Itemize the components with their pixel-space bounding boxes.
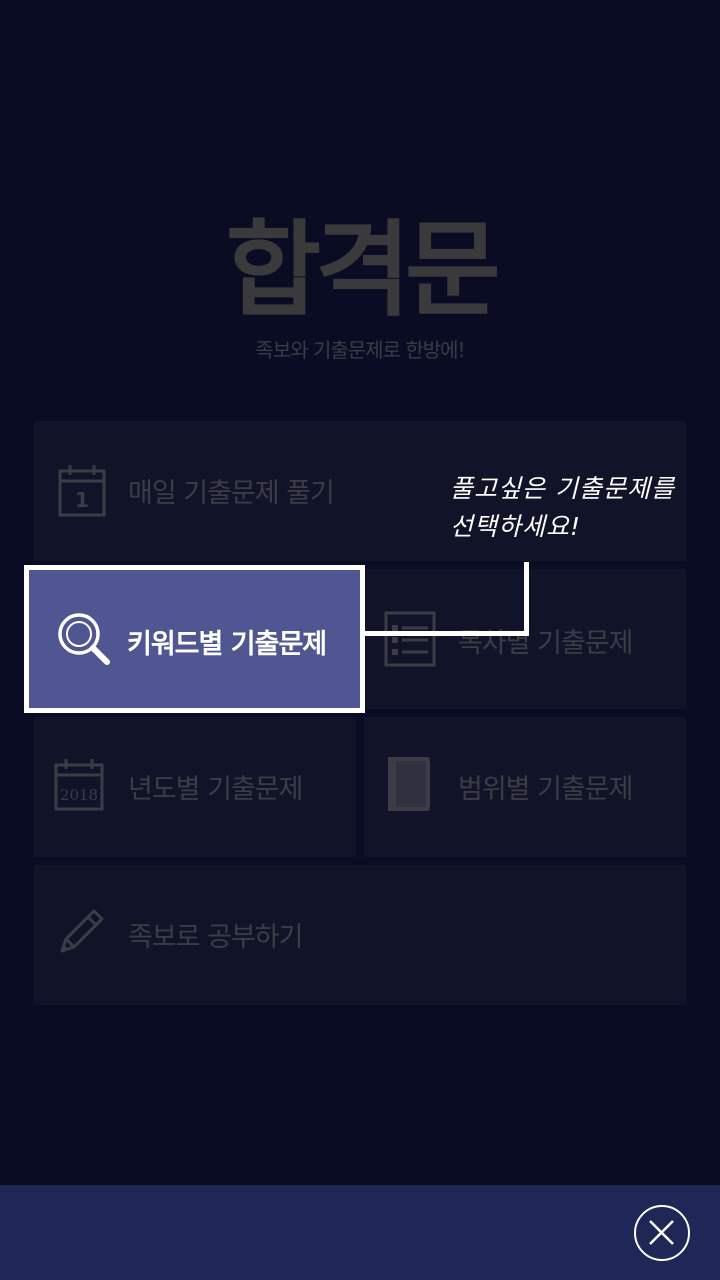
close-icon xyxy=(649,1220,674,1245)
toc-label: 목차별 기출문제 xyxy=(458,628,633,659)
book-icon xyxy=(388,757,430,811)
daily-label: 매일 기출문제 풀기 xyxy=(128,478,335,509)
calendar-year-icon: 2018 xyxy=(54,759,104,811)
pencil-icon xyxy=(60,909,104,953)
app-slogan: 족보와 기출문제로 한방에! xyxy=(255,338,465,362)
logo-block: 합격문 족보와 기출문제로 한방에! xyxy=(0,210,720,363)
keyword-label: 키워드별 기출문제 xyxy=(127,629,327,660)
menu-year-problems[interactable]: 2018 년도별 기출문제 xyxy=(34,717,356,857)
bottom-bar xyxy=(0,1185,720,1280)
jokbo-label: 족보로 공부하기 xyxy=(128,922,303,953)
search-icon xyxy=(58,613,110,665)
menu-range-problems[interactable]: 범위별 기출문제 xyxy=(364,717,686,857)
range-label: 범위별 기출문제 xyxy=(458,774,633,805)
calendar-icon: 1 xyxy=(58,465,106,517)
tooltip-connector-horizontal xyxy=(365,631,529,636)
menu-keyword-problems[interactable]: 키워드별 기출문제 xyxy=(24,565,365,713)
calendar-day-text: 1 xyxy=(75,488,89,512)
calendar-year-text: 2018 xyxy=(60,786,98,804)
menu-jokbo-study[interactable]: 족보로 공부하기 xyxy=(34,865,686,1005)
tooltip-connector-vertical xyxy=(524,562,529,636)
list-icon xyxy=(384,611,436,667)
tooltip-text: 풀고싶은 기출문제를 선택하세요! xyxy=(450,470,700,546)
app-logo: 합격문 xyxy=(225,209,500,331)
close-button[interactable] xyxy=(634,1205,690,1261)
tooltip-line-2: 선택하세요! xyxy=(450,512,582,541)
year-label: 년도별 기출문제 xyxy=(128,774,303,805)
tooltip-line-1: 풀고싶은 기출문제를 xyxy=(450,474,675,503)
